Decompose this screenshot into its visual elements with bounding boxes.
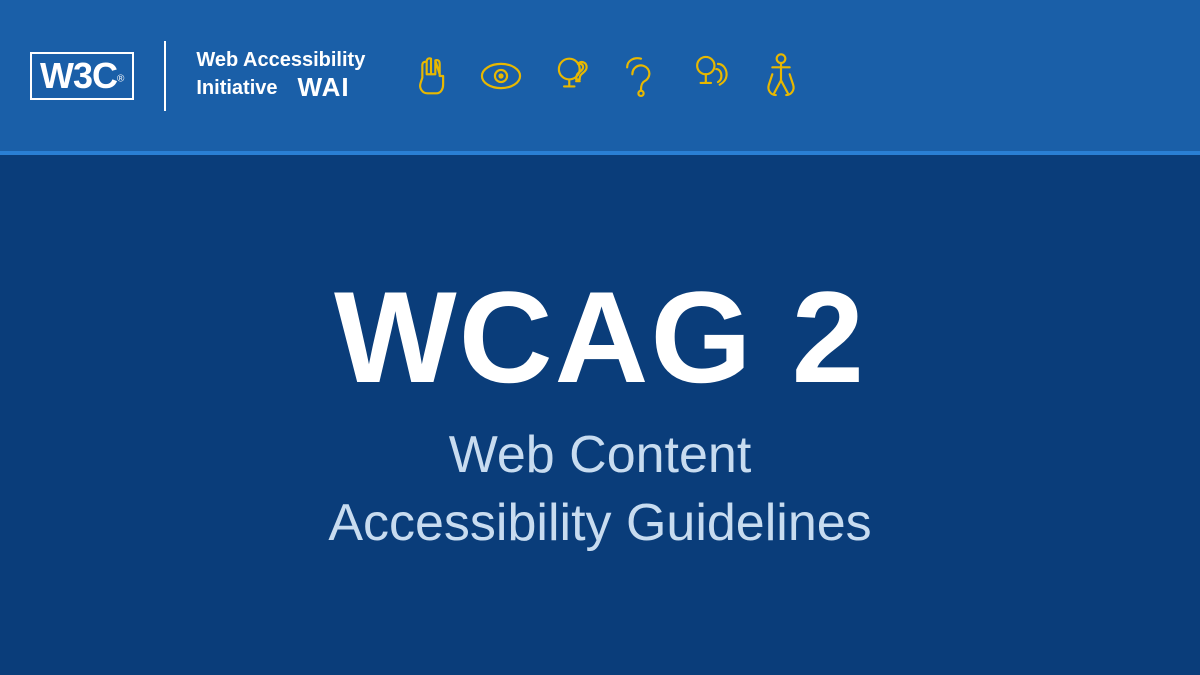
wai-line2: Initiative WAI [196, 72, 365, 103]
subtitle-line2: Accessibility Guidelines [328, 490, 871, 558]
w3c-text: W3C [40, 55, 117, 96]
wai-initiative-text: Initiative [196, 76, 277, 100]
wcag-title: WCAG 2 [334, 272, 866, 402]
hearing-icon [615, 50, 667, 102]
cognitive-icon [545, 50, 597, 102]
speech-icon [685, 50, 737, 102]
wcag-subtitle: Web Content Accessibility Guidelines [328, 422, 871, 557]
logo-divider [164, 41, 166, 111]
w3c-logo: W3C® [30, 52, 134, 100]
logo-area: W3C® Web Accessibility Initiative WAI [30, 41, 365, 111]
wai-acronym: WAI [298, 72, 350, 103]
w3c-reg-symbol: ® [117, 73, 124, 84]
hand-icon [405, 50, 457, 102]
accessibility-icons-area [405, 50, 807, 102]
main-content: WCAG 2 Web Content Accessibility Guideli… [0, 155, 1200, 675]
subtitle-line1: Web Content [328, 422, 871, 490]
w3c-badge: W3C® [30, 52, 134, 100]
wai-text-block: Web Accessibility Initiative WAI [196, 48, 365, 103]
mobility-icon [755, 50, 807, 102]
eye-icon [475, 50, 527, 102]
header-bar: W3C® Web Accessibility Initiative WAI [0, 0, 1200, 155]
wai-line1: Web Accessibility [196, 48, 365, 72]
